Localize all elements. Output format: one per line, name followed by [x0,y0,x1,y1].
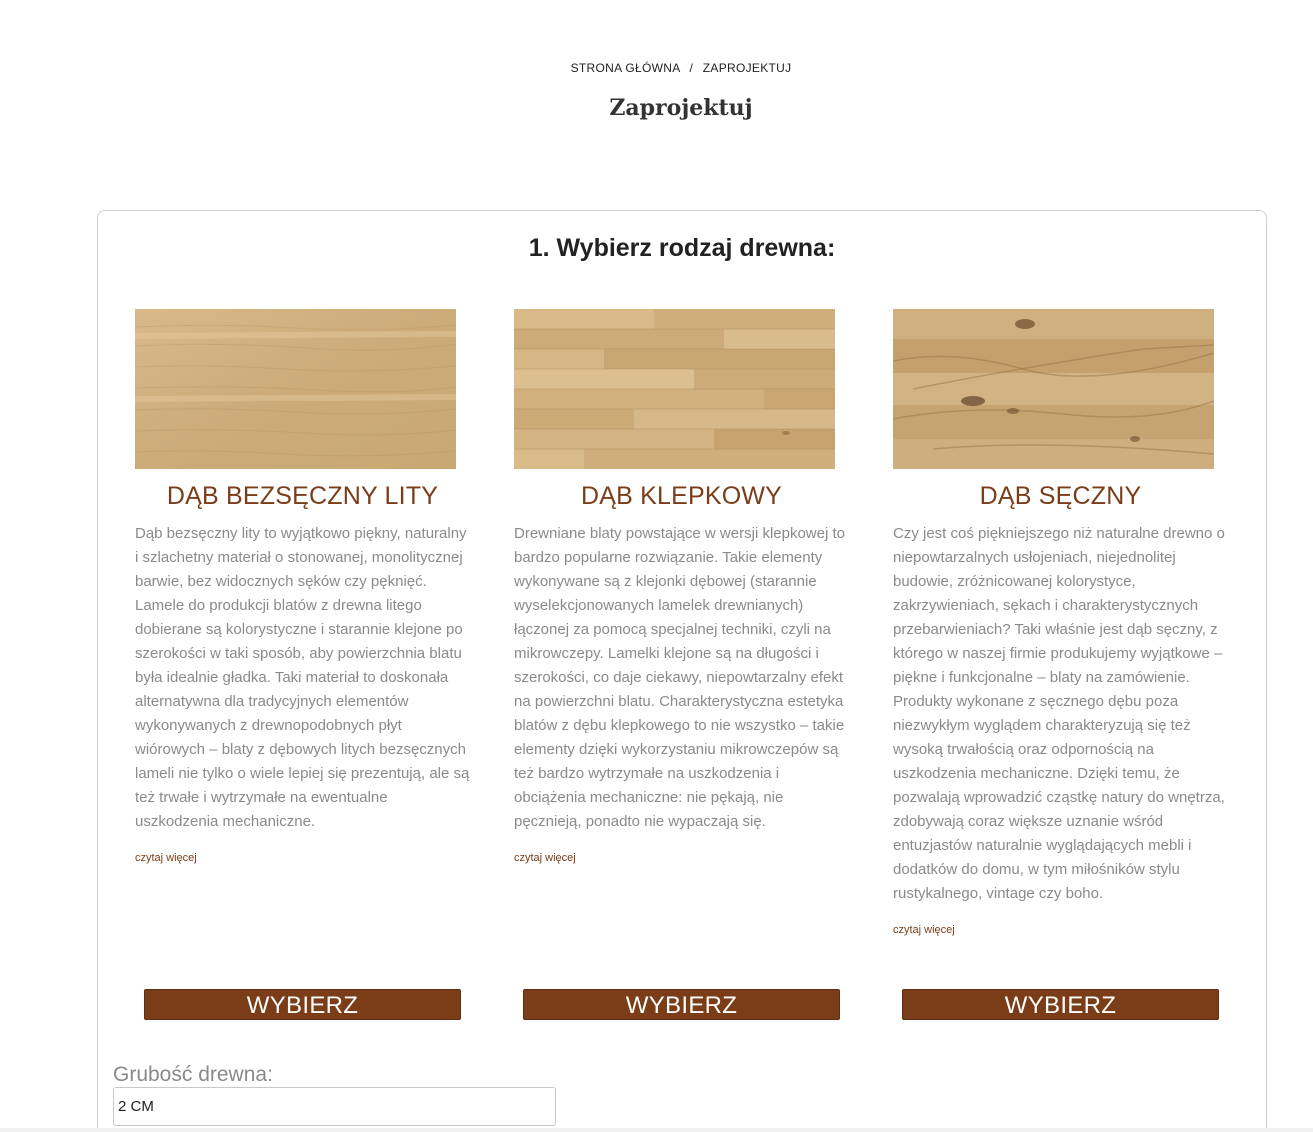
read-more-link[interactable]: czytaj więcej [135,852,197,864]
wood-option-card: DĄB BEZSĘCZNY LITY Dąb bezsęczny lity to… [135,309,470,866]
wood-option-name: DĄB SĘCZNY [893,482,1228,511]
read-more-link[interactable]: czytaj więcej [893,924,955,936]
wood-option-name: DĄB BEZSĘCZNY LITY [135,482,470,511]
wood-image-staves [514,309,835,469]
wood-option-description: Drewniane blaty powstające w wersji klep… [514,525,845,830]
wood-image-plain [135,309,456,469]
breadcrumb-separator: / [689,61,694,75]
choose-wood-button[interactable]: WYBIERZ [144,989,461,1020]
wood-option-card: DĄB KLEPKOWY Drewniane blaty powstające … [514,309,849,866]
choose-wood-button[interactable]: WYBIERZ [523,989,840,1020]
wood-option-description: Dąb bezsęczny lity to wyjątkowo piękny, … [135,525,470,830]
wood-option-description: Czy jest coś piękniejszego niż naturalne… [893,525,1225,902]
read-more-link[interactable]: czytaj więcej [514,852,576,864]
breadcrumb: STRONA GŁÓWNA / ZAPROJEKTUJ [0,61,1313,75]
thickness-label: Grubość drewna: [113,1063,273,1086]
thickness-select[interactable]: 2 CM [113,1087,556,1126]
choose-wood-button[interactable]: WYBIERZ [902,989,1219,1020]
step-title: 1. Wybierz rodzaj drewna: [528,234,836,262]
wood-image-knotty [893,309,1214,469]
wood-option-name: DĄB KLEPKOWY [514,482,849,511]
page-title: Zaprojektuj [609,95,753,121]
breadcrumb-current: ZAPROJEKTUJ [702,61,792,75]
wood-option-name-text: DĄB KLEPKOWY [580,482,783,510]
breadcrumb-home-link[interactable]: STRONA GŁÓWNA [571,61,680,75]
wood-option-name-text: DĄB BEZSĘCZNY LITY [166,482,439,510]
wood-option-card: DĄB SĘCZNY Czy jest coś piękniejszego ni… [893,309,1228,938]
wood-option-name-text: DĄB SĘCZNY [979,482,1142,510]
page-bottom-divider [0,1128,1313,1132]
